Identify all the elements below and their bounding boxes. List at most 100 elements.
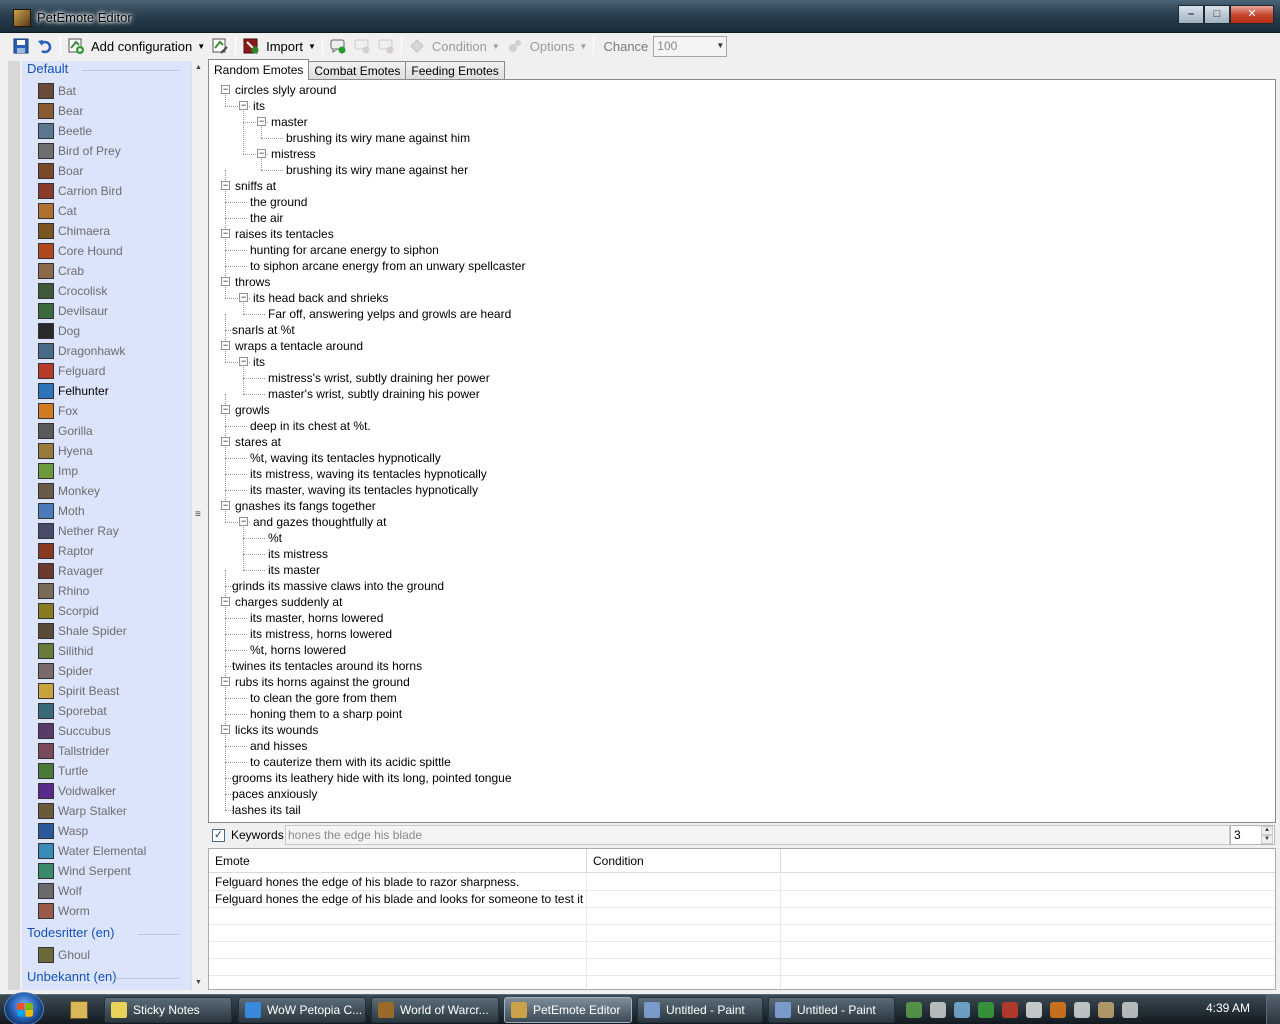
pet-family-item[interactable]: Gorilla — [22, 421, 191, 441]
emote-tree-node[interactable]: to siphon arcane energy from an unwary s… — [250, 258, 525, 274]
emote-tree-node[interactable]: hunting for arcane energy to siphon — [250, 242, 439, 258]
undo-icon[interactable] — [36, 37, 54, 55]
pet-family-item[interactable]: Bird of Prey — [22, 141, 191, 161]
collapse-toggle-icon[interactable]: − — [257, 149, 266, 158]
emote-tree-node[interactable]: wraps a tentacle around — [235, 338, 363, 354]
pet-family-item[interactable]: Core Hound — [22, 241, 191, 261]
pet-family-item[interactable]: Cat — [22, 201, 191, 221]
emote-tree-node[interactable]: rubs its horns against the ground — [235, 674, 410, 690]
pet-family-item[interactable]: Wind Serpent — [22, 861, 191, 881]
pet-family-item[interactable]: Beetle — [22, 121, 191, 141]
collapse-toggle-icon[interactable]: − — [239, 293, 248, 302]
save-icon[interactable] — [12, 37, 30, 55]
collapse-toggle-icon[interactable]: − — [221, 229, 230, 238]
emote-tree-node[interactable]: its head back and shrieks — [253, 290, 388, 306]
emote-tree-node[interactable]: twines its tentacles around its horns — [232, 658, 422, 674]
import-button[interactable]: Import ▼ — [263, 36, 319, 56]
pet-family-item[interactable]: Ravager — [22, 561, 191, 581]
emote-tree-node[interactable]: mistress's wrist, subtly draining her po… — [268, 370, 490, 386]
condition-button[interactable]: Condition ▼ — [429, 36, 503, 56]
collapse-toggle-icon[interactable]: − — [239, 357, 248, 366]
pet-family-item[interactable]: Silithid — [22, 641, 191, 661]
emote-tree-node[interactable]: its master, waving its tentacles hypnoti… — [250, 482, 478, 498]
tab-random-emotes[interactable]: Random Emotes — [208, 59, 310, 80]
emote-tree-node[interactable]: its mistress — [268, 546, 328, 562]
tab-combat-emotes[interactable]: Combat Emotes — [308, 61, 407, 80]
pet-family-item[interactable]: Boar — [22, 161, 191, 181]
emote-tree-node[interactable]: grooms its leathery hide with its long, … — [232, 770, 512, 786]
emote-tree-node[interactable]: %t — [268, 530, 282, 546]
pet-family-item[interactable]: Devilsaur — [22, 301, 191, 321]
left-splitter[interactable] — [8, 61, 20, 990]
collapse-toggle-icon[interactable]: − — [239, 517, 248, 526]
tray-app-icon[interactable] — [1098, 1002, 1114, 1018]
group-header[interactable]: Unbekannt (en) — [22, 969, 191, 989]
pet-family-item[interactable]: Scorpid — [22, 601, 191, 621]
column-header-emote[interactable]: Emote — [209, 849, 587, 873]
emote-tree-node[interactable]: growls — [235, 402, 270, 418]
emote-tree-node[interactable]: master — [271, 114, 308, 130]
pet-family-item[interactable]: Spider — [22, 661, 191, 681]
keyword-count-stepper[interactable]: 3 ▲ ▼ — [1230, 825, 1275, 845]
collapse-toggle-icon[interactable]: − — [257, 117, 266, 126]
taskbar-button[interactable]: World of Warcr... — [371, 997, 499, 1023]
minimize-button[interactable]: – — [1178, 5, 1204, 24]
pet-family-item[interactable]: Ghoul — [22, 945, 191, 965]
emote-tree-node[interactable]: honing them to a sharp point — [250, 706, 402, 722]
emote-tree-node[interactable]: master's wrist, subtly draining his powe… — [268, 386, 480, 402]
pet-family-item[interactable]: Monkey — [22, 481, 191, 501]
emote-tree-node[interactable]: Far off, answering yelps and growls are … — [268, 306, 511, 322]
tab-feeding-emotes[interactable]: Feeding Emotes — [405, 61, 505, 80]
pet-family-item[interactable]: Wasp — [22, 821, 191, 841]
pet-family-item[interactable]: Voidwalker — [22, 781, 191, 801]
pet-family-item[interactable]: Chimaera — [22, 221, 191, 241]
pet-family-item[interactable]: Moth — [22, 501, 191, 521]
emote-tree-node[interactable]: its master — [268, 562, 320, 578]
collapse-toggle-icon[interactable]: − — [221, 341, 230, 350]
title-bar[interactable]: PetEmote Editor – □ ✕ — [0, 0, 1280, 33]
emote-tree-node[interactable]: the air — [250, 210, 283, 226]
tray-nvidia-icon[interactable] — [978, 1002, 994, 1018]
emote-tree-node[interactable]: raises its tentacles — [235, 226, 334, 242]
pet-family-item[interactable]: Crocolisk — [22, 281, 191, 301]
tray-app-icon[interactable] — [1050, 1002, 1066, 1018]
emote-tree-node[interactable]: its mistress, waving its tentacles hypno… — [250, 466, 487, 482]
stepper-down-icon[interactable]: ▼ — [1261, 835, 1273, 844]
emote-tree-node[interactable]: its — [253, 354, 265, 370]
emote-tree-node[interactable]: paces anxiously — [232, 786, 317, 802]
emote-tree-node[interactable]: lashes its tail — [232, 802, 301, 818]
pet-family-item[interactable]: Carrion Bird — [22, 181, 191, 201]
add-configuration-icon[interactable] — [67, 37, 85, 55]
emote-tree-node[interactable]: throws — [235, 274, 270, 290]
pet-family-item[interactable]: Dragonhawk — [22, 341, 191, 361]
tray-app-icon[interactable] — [1002, 1002, 1018, 1018]
collapse-toggle-icon[interactable]: − — [221, 501, 230, 510]
emote-tree-node[interactable]: its mistress, horns lowered — [250, 626, 392, 642]
stepper-up-icon[interactable]: ▲ — [1261, 826, 1273, 835]
pet-family-item[interactable]: Worm — [22, 901, 191, 921]
emote-tree-node[interactable]: licks its wounds — [235, 722, 318, 738]
collapse-toggle-icon[interactable]: − — [221, 597, 230, 606]
tray-app-icon[interactable] — [1074, 1002, 1090, 1018]
edit-configuration-icon[interactable] — [211, 37, 229, 55]
emote-tree-node[interactable]: sniffs at — [235, 178, 276, 194]
pet-family-item[interactable]: Turtle — [22, 761, 191, 781]
add-configuration-button[interactable]: Add configuration ▼ — [88, 36, 208, 56]
chance-dropdown[interactable]: 100 ▼ — [653, 35, 728, 57]
pet-family-item[interactable]: Felhunter — [22, 381, 191, 401]
pet-family-item[interactable]: Sporebat — [22, 701, 191, 721]
group-header[interactable]: Default — [22, 61, 191, 81]
pet-family-item[interactable]: Fox — [22, 401, 191, 421]
emote-tree-node[interactable]: charges suddenly at — [235, 594, 342, 610]
table-row[interactable]: Felguard hones the edge of his blade to … — [209, 874, 1275, 891]
collapse-toggle-icon[interactable]: − — [221, 437, 230, 446]
collapse-toggle-icon[interactable]: − — [239, 101, 248, 110]
taskbar-button[interactable]: PetEmote Editor — [504, 997, 632, 1023]
pet-family-item[interactable]: Warp Stalker — [22, 801, 191, 821]
tray-app-icon[interactable] — [906, 1002, 922, 1018]
show-desktop-button[interactable] — [1266, 995, 1280, 1024]
pet-family-item[interactable]: Felguard — [22, 361, 191, 381]
emote-tree-node[interactable]: %t, waving its tentacles hypnotically — [250, 450, 441, 466]
group-header[interactable]: Todesritter (en) — [22, 925, 191, 945]
emote-tree-node[interactable]: gnashes its fangs together — [235, 498, 376, 514]
